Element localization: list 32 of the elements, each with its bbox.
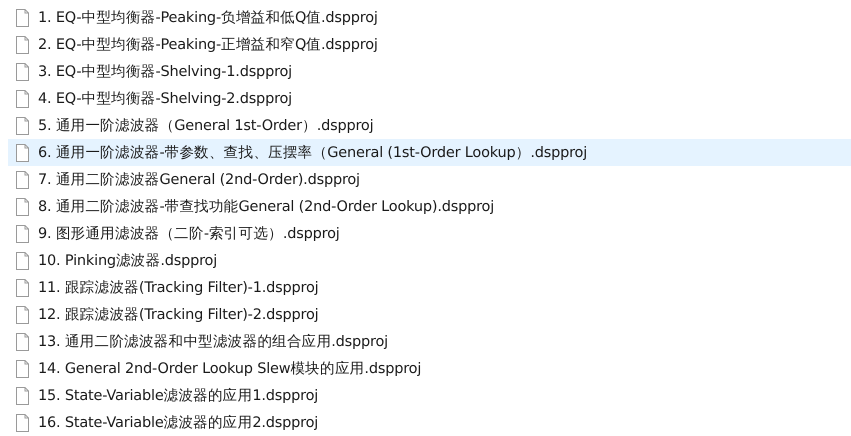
file-item[interactable]: 10. Pinking滤波器.dspproj <box>8 247 851 274</box>
file-item[interactable]: 3. EQ-中型均衡器-Shelving-1.dspproj <box>8 58 851 85</box>
file-item[interactable]: 11. 跟踪滤波器(Tracking Filter)-1.dspproj <box>8 274 851 301</box>
file-icon <box>16 144 29 162</box>
file-item[interactable]: 15. State-Variable滤波器的应用1.dspproj <box>8 382 851 409</box>
file-item[interactable]: 16. State-Variable滤波器的应用2.dspproj <box>8 409 851 436</box>
file-icon <box>16 116 29 134</box>
file-icon <box>16 332 29 350</box>
file-icon <box>16 360 29 378</box>
file-item[interactable]: 6. 通用一阶滤波器-带参数、查找、压摆率（General (1st-Order Lookup）.dspproj <box>8 139 851 166</box>
file-icon <box>16 278 29 296</box>
file-item[interactable]: 1. EQ-中型均衡器-Peaking-负增益和低Q值.dspproj <box>8 4 851 31</box>
file-item[interactable]: 4. EQ-中型均衡器-Shelving-2.dspproj <box>8 85 851 112</box>
file-item[interactable]: 9. 图形通用滤波器（二阶-索引可选）.dspproj <box>8 220 851 247</box>
file-icon <box>16 8 29 26</box>
file-item[interactable]: 14. General 2nd-Order Lookup Slew模块的应用.dspproj <box>8 355 851 382</box>
file-item[interactable]: 2. EQ-中型均衡器-Peaking-正增益和窄Q值.dspproj <box>8 31 851 58</box>
file-icon <box>16 386 29 404</box>
file-icon <box>16 170 29 188</box>
file-icon <box>16 252 29 270</box>
file-icon <box>16 198 29 216</box>
file-icon <box>16 62 29 80</box>
file-icon <box>16 306 29 324</box>
file-item[interactable]: 5. 通用一阶滤波器（General 1st-Order）.dspproj <box>8 112 851 139</box>
file-icon <box>16 224 29 242</box>
file-icon <box>16 414 29 432</box>
file-item[interactable]: 7. 通用二阶滤波器General (2nd-Order).dspproj <box>8 166 851 193</box>
file-icon <box>16 90 29 108</box>
file-item[interactable]: 8. 通用二阶滤波器-带查找功能General (2nd-Order Lookup).dspproj <box>8 193 851 220</box>
file-item[interactable]: 13. 通用二阶滤波器和中型滤波器的组合应用.dspproj <box>8 328 851 355</box>
file-item[interactable]: 12. 跟踪滤波器(Tracking Filter)-2.dspproj <box>8 301 851 328</box>
file-icon <box>16 36 29 54</box>
